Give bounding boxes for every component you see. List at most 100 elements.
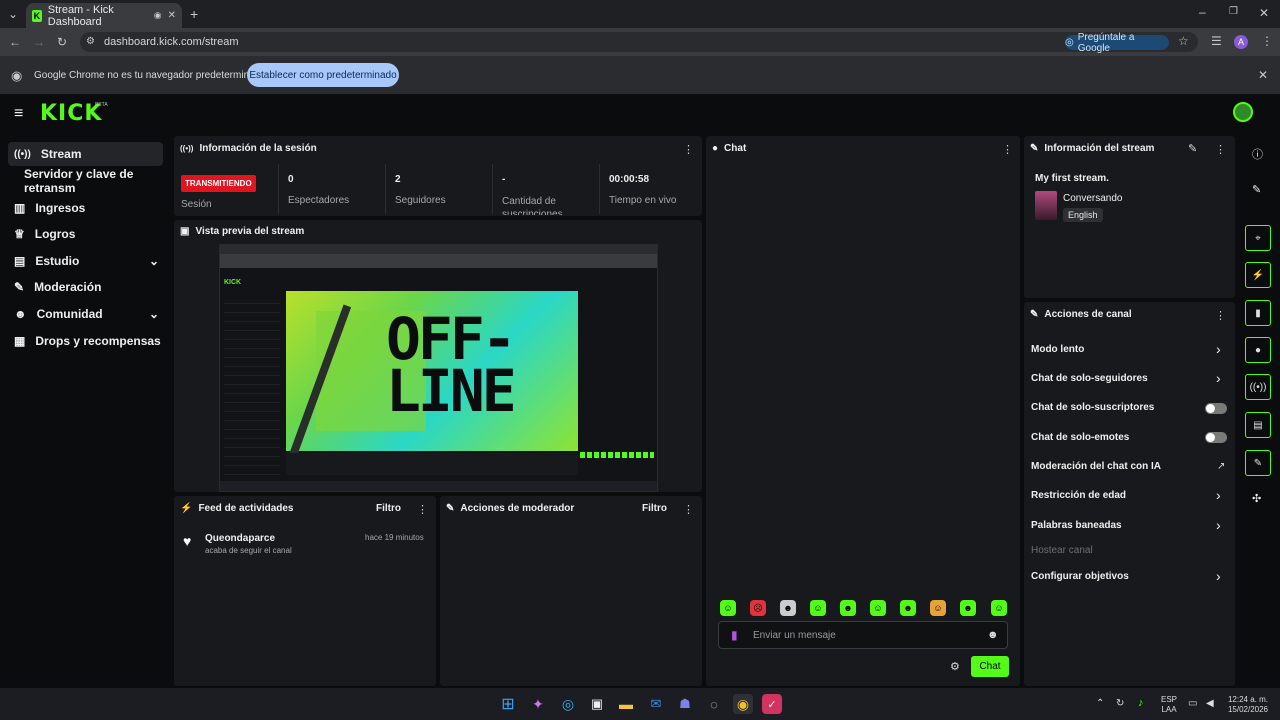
chat-send-button[interactable]: Chat — [971, 656, 1009, 677]
subs-only-toggle[interactable] — [1205, 403, 1227, 414]
forward-icon[interactable]: → — [33, 36, 45, 48]
feed-menu-icon[interactable]: ⋮ — [417, 503, 428, 516]
edge-icon[interactable]: ◎ — [558, 694, 578, 714]
nav-comunidad[interactable]: ☻ Comunidad ⌄ — [8, 302, 163, 326]
wrench-rail-button[interactable]: ✎ — [1245, 450, 1271, 476]
session-menu-icon[interactable]: ⋮ — [683, 143, 694, 156]
kick-logo[interactable]: KICK — [40, 101, 102, 126]
edit-pencil-icon[interactable]: ✎ — [1188, 142, 1197, 155]
emote-icon[interactable]: ☻ — [840, 600, 856, 616]
chevron-right-icon[interactable]: › — [1216, 517, 1221, 533]
pencil-icon[interactable]: ✎ — [1252, 183, 1261, 196]
store-icon[interactable]: ▣ — [587, 694, 607, 714]
scene-rail-button[interactable]: ⌖ — [1245, 225, 1271, 251]
bolt-rail-button[interactable]: ⚡ — [1245, 262, 1271, 288]
back-icon[interactable]: ← — [9, 36, 21, 48]
external-link-icon[interactable]: ↗ — [1217, 461, 1225, 472]
ai-moderation-item[interactable]: Moderación del chat con IA — [1031, 461, 1161, 472]
infobar-close-icon[interactable]: ✕ — [1258, 69, 1268, 81]
stream-video[interactable]: KICK OFF- LINE — [219, 244, 658, 492]
emote-icon[interactable]: ☺ — [870, 600, 886, 616]
chevron-right-icon[interactable]: › — [1216, 487, 1221, 503]
emote-icon[interactable]: ☻ — [900, 600, 916, 616]
windows-start-icon[interactable]: ⊞ — [498, 694, 518, 714]
feed-filter-button[interactable]: Filtro — [376, 503, 401, 514]
nav-drops[interactable]: ▦ Drops y recompensas — [8, 329, 163, 353]
chat-settings-icon[interactable]: ⚙ — [950, 660, 960, 673]
category-name[interactable]: Conversando — [1063, 193, 1122, 204]
chat-input[interactable]: ▮ Enviar un mensaje ☻ — [718, 621, 1008, 649]
emote-icon[interactable]: ☻ — [960, 600, 976, 616]
followers-only-item[interactable]: Chat de solo-seguidores — [1031, 373, 1148, 384]
info-icon[interactable]: ⓘ — [1252, 146, 1263, 162]
file-explorer-icon[interactable]: ▬ — [616, 694, 636, 714]
site-info-icon[interactable]: ⚙ — [86, 37, 95, 47]
mod-menu-icon[interactable]: ⋮ — [683, 503, 694, 516]
volume-icon[interactable]: ◀ — [1206, 698, 1214, 709]
maximize-icon[interactable]: ❐ — [1229, 7, 1238, 17]
slow-mode-item[interactable]: Modo lento — [1031, 344, 1084, 355]
nav-stream[interactable]: ((•)) Stream — [8, 142, 163, 166]
mail-icon[interactable]: ✉ — [646, 694, 666, 714]
goals-item[interactable]: Configurar objetivos — [1031, 571, 1129, 582]
chrome-taskbar-icon[interactable]: ◉ — [733, 694, 753, 714]
profile-avatar[interactable]: A — [1234, 35, 1248, 49]
tray-chevron-icon[interactable]: ⌃ — [1096, 698, 1104, 709]
network-icon[interactable]: ▭ — [1188, 698, 1197, 709]
channel-actions-menu-icon[interactable]: ⋮ — [1215, 309, 1226, 322]
hamburger-menu-icon[interactable]: ≡ — [14, 106, 23, 122]
chevron-right-icon[interactable]: › — [1216, 568, 1221, 584]
emote-icon[interactable]: ☺ — [720, 600, 736, 616]
minimize-icon[interactable]: – — [1199, 6, 1206, 18]
user-avatar[interactable] — [1233, 102, 1253, 122]
layout-rail-button[interactable]: ▤ — [1245, 412, 1271, 438]
chrome-menu-icon[interactable]: ⋮ — [1261, 35, 1273, 47]
nav-ingresos[interactable]: ▥ Ingresos — [8, 196, 163, 220]
emoji-picker-icon[interactable]: ☻ — [987, 629, 999, 641]
new-tab-icon[interactable]: + — [190, 7, 198, 21]
set-default-button[interactable]: Establecer como predeterminado — [247, 63, 399, 87]
emote-icon[interactable]: ☺ — [810, 600, 826, 616]
chat-menu-icon[interactable]: ⋮ — [1002, 143, 1013, 156]
microphone-tray-icon[interactable]: ♪ — [1138, 697, 1144, 709]
sync-icon[interactable]: ↻ — [1116, 698, 1124, 709]
ask-google-button[interactable]: ◎ Pregúntale a Google — [1065, 32, 1169, 54]
reload-icon[interactable]: ↻ — [57, 36, 67, 48]
nav-logros[interactable]: ♕ Logros — [8, 222, 163, 246]
close-tab-icon[interactable]: ✕ — [168, 10, 176, 21]
mic-icon[interactable]: ▮ — [731, 628, 738, 642]
stream-info-menu-icon[interactable]: ⋮ — [1215, 143, 1226, 156]
chat-rail-button[interactable]: ● — [1245, 337, 1271, 363]
window-close-icon[interactable]: ✕ — [1259, 7, 1269, 19]
emotes-only-toggle[interactable] — [1205, 432, 1227, 443]
emote-icon[interactable]: ☹ — [750, 600, 766, 616]
chevron-right-icon[interactable]: › — [1216, 370, 1221, 386]
tab-search-icon[interactable]: ⌄ — [8, 8, 18, 20]
bookmark-star-icon[interactable]: ☆ — [1178, 35, 1189, 47]
capcut-icon[interactable]: ✓ — [762, 694, 782, 714]
copilot-icon[interactable]: ✦ — [528, 694, 548, 714]
browser-tab[interactable]: K Stream - Kick Dashboard ◉ ✕ — [26, 3, 182, 28]
category-thumbnail[interactable] — [1035, 191, 1057, 220]
emote-icon[interactable]: ☺ — [991, 600, 1007, 616]
banned-words-item[interactable]: Palabras baneadas — [1031, 520, 1122, 531]
teams-icon[interactable]: ☗ — [675, 694, 695, 714]
doc-rail-button[interactable]: ▮ — [1245, 300, 1271, 326]
address-bar[interactable]: ⚙ dashboard.kick.com/stream — [80, 32, 1198, 52]
age-restriction-item[interactable]: Restricción de edad — [1031, 490, 1126, 501]
chevron-right-icon[interactable]: › — [1216, 341, 1221, 357]
nav-estudio[interactable]: ▤ Estudio ⌄ — [8, 249, 163, 273]
clock[interactable]: 12:24 a. m. 15/02/2026 — [1224, 695, 1268, 715]
language-indicator[interactable]: ESP LAA — [1161, 695, 1177, 715]
obs-icon[interactable]: ◌ — [704, 694, 724, 714]
feed-username[interactable]: Queondaparce — [205, 533, 275, 544]
mod-filter-button[interactable]: Filtro — [642, 503, 667, 514]
emote-icon[interactable]: ☺ — [930, 600, 946, 616]
nav-moderacion[interactable]: ✎ Moderación — [8, 275, 163, 299]
broadcast-rail-button[interactable]: ((•)) — [1245, 374, 1271, 400]
add-widget-icon[interactable]: ✣ — [1252, 492, 1261, 505]
audio-icon[interactable]: ◉ — [154, 11, 162, 20]
nav-stream-key[interactable]: Servidor y clave de retransm — [18, 167, 174, 195]
emote-icon[interactable]: ☻ — [780, 600, 796, 616]
tab-group-icon[interactable]: ☰ — [1211, 35, 1222, 47]
